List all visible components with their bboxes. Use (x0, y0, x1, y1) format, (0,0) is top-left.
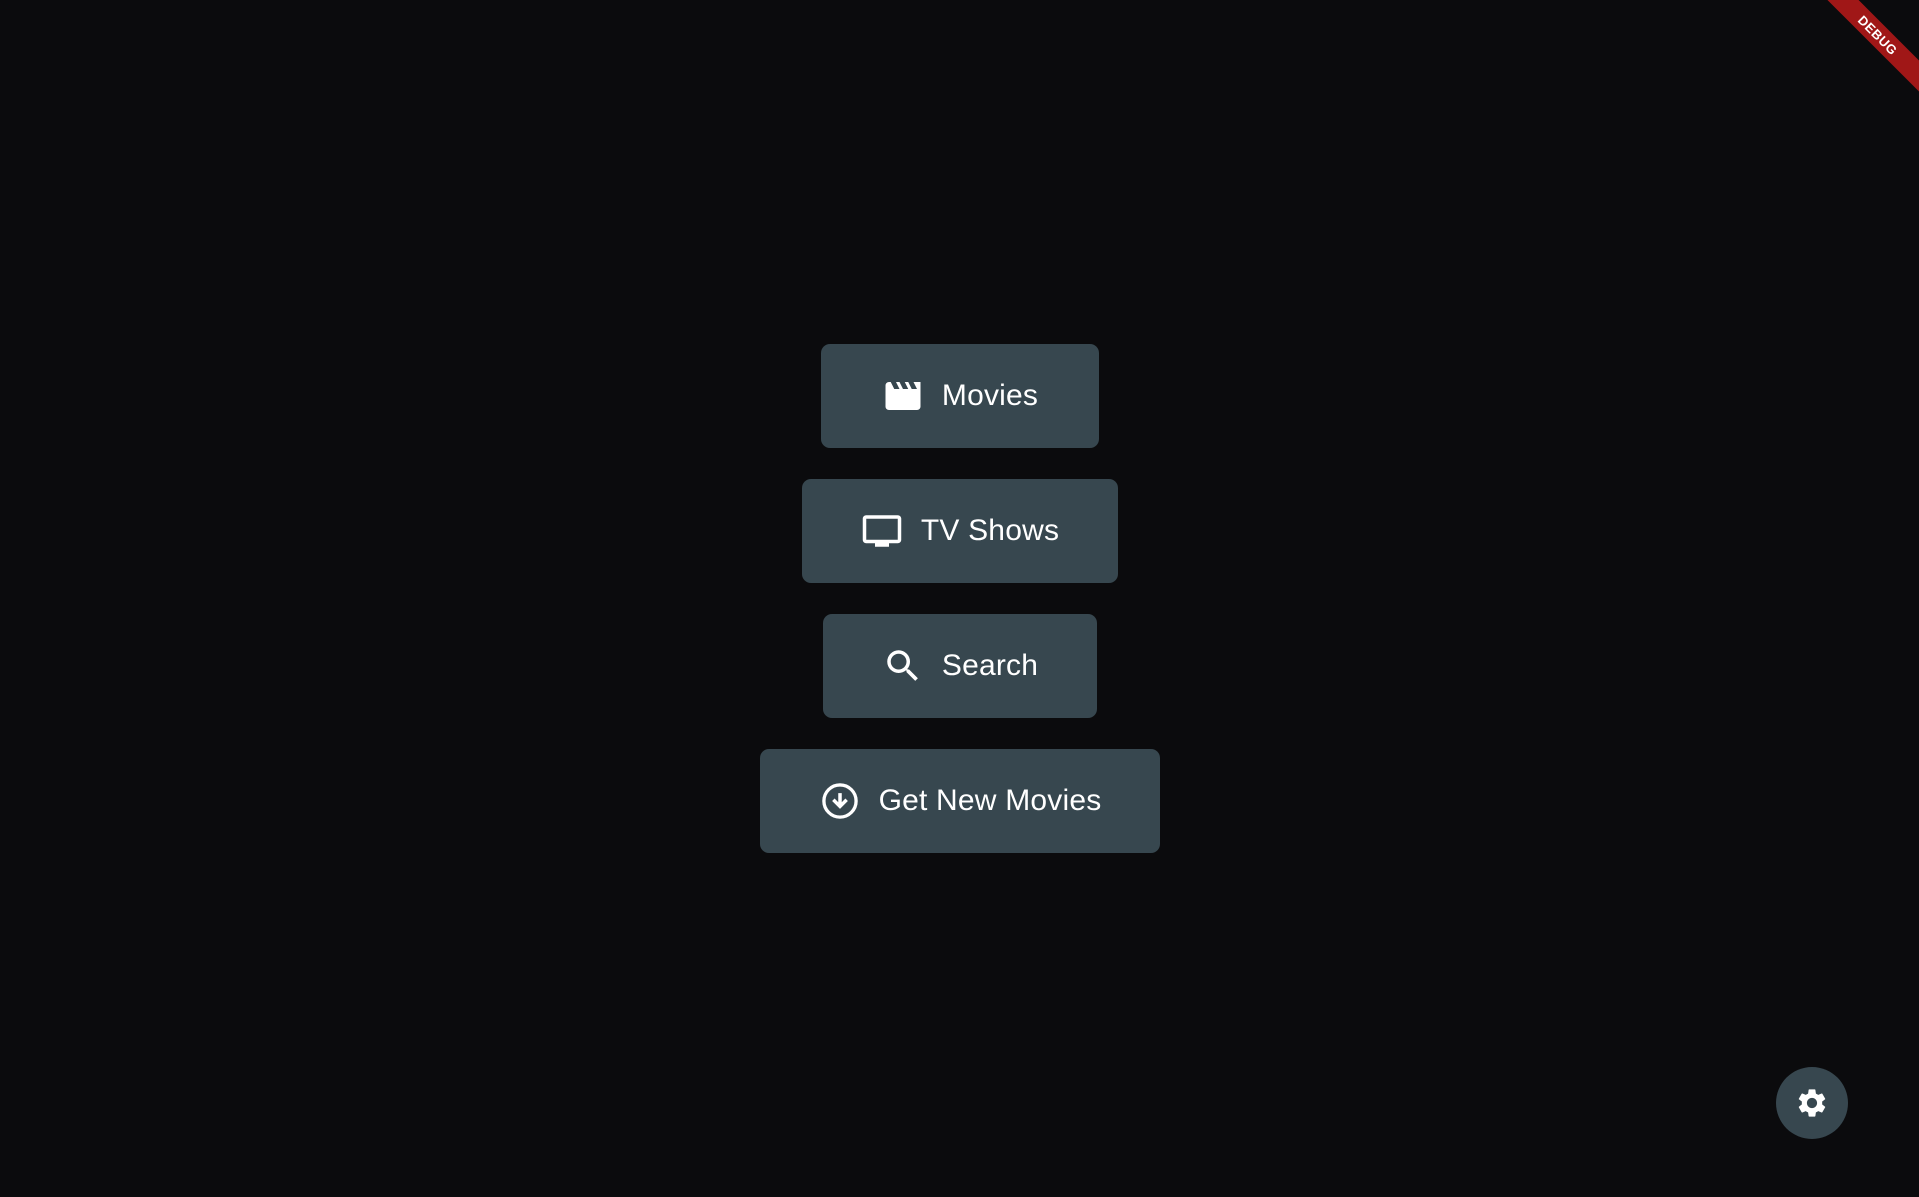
tv-shows-button[interactable]: TV Shows (802, 479, 1118, 583)
home-screen: Movies TV Shows Search Get New Movies DE… (0, 0, 1919, 1197)
tv-shows-button-label: TV Shows (920, 514, 1060, 547)
get-new-movies-button[interactable]: Get New Movies (760, 749, 1160, 853)
movies-button-label: Movies (941, 379, 1039, 412)
get-new-movies-button-label: Get New Movies (878, 784, 1102, 817)
debug-banner: DEBUG (1819, 0, 1919, 100)
search-icon (882, 645, 924, 687)
gear-icon (1795, 1086, 1829, 1120)
search-button-label: Search (941, 649, 1039, 682)
search-button[interactable]: Search (823, 614, 1097, 718)
movie-clapperboard-icon (882, 375, 924, 417)
tv-monitor-icon (861, 510, 903, 552)
settings-button[interactable] (1776, 1067, 1848, 1139)
movies-button[interactable]: Movies (821, 344, 1099, 448)
download-circle-icon (819, 780, 861, 822)
debug-banner-label: DEBUG (1819, 0, 1919, 96)
